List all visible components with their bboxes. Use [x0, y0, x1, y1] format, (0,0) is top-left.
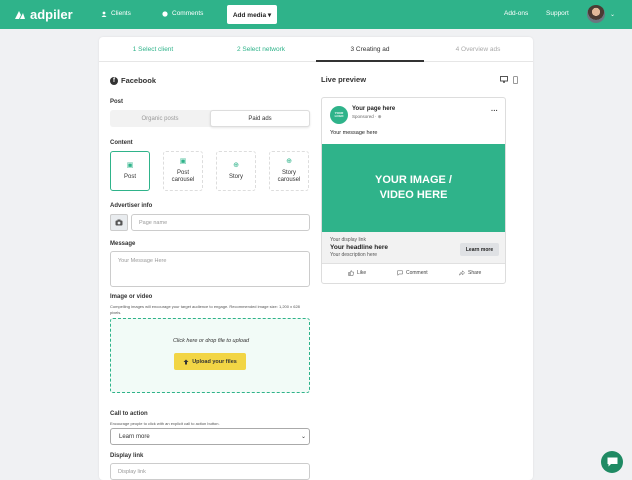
step-overview-ads[interactable]: 4 Overview ads	[424, 46, 532, 53]
upload-button-label: Upload your files	[192, 358, 237, 365]
share-icon	[459, 270, 465, 276]
carousel-icon: ▣	[179, 158, 187, 165]
comment-label: Comment	[406, 270, 428, 276]
cta-selected-value: Learn more	[119, 433, 150, 440]
paid-ads-option[interactable]: Paid ads	[210, 110, 310, 127]
preview-share-action: Share	[459, 270, 481, 276]
avatar[interactable]	[587, 5, 605, 23]
image-video-label: Image or video	[110, 294, 153, 300]
content-type-post-carousel[interactable]: ▣ Post carousel	[163, 151, 203, 191]
facebook-ad-preview: YOUR LOGO Your page here Sponsored · ⊕ ·…	[321, 97, 506, 284]
image-hint: Compelling images will encourage your ta…	[110, 304, 300, 315]
preview-message: Your message here	[330, 130, 378, 136]
content-type-label: Post	[123, 174, 136, 180]
create-ad-card: 1 Select client 2 Select network 3 Creat…	[99, 37, 533, 480]
organic-posts-option[interactable]: Organic posts	[110, 110, 210, 127]
content-label: Content	[110, 140, 133, 146]
content-type-label: Post carousel	[171, 170, 195, 183]
post-type-toggle: Organic posts Paid ads	[110, 110, 310, 127]
preview-headline: Your headline here	[330, 244, 389, 251]
content-type-post[interactable]: ▣ Post	[110, 151, 150, 191]
preview-page-name: Your page here	[352, 106, 396, 112]
live-preview-title: Live preview	[321, 75, 367, 84]
network-title: f Facebook	[110, 76, 156, 85]
mobile-icon[interactable]	[513, 76, 518, 84]
step-select-network[interactable]: 2 Select network	[207, 46, 315, 53]
user-icon	[101, 11, 107, 17]
content-type-label: Story carousel	[277, 170, 301, 183]
like-label: Like	[357, 270, 367, 276]
more-options-icon[interactable]: ···	[491, 108, 498, 115]
advertiser-info-label: Advertiser info	[110, 203, 153, 209]
logo-upload-button[interactable]	[110, 214, 128, 231]
preview-like-action: Like	[348, 270, 366, 276]
preview-learn-more-button: Learn more	[460, 243, 499, 256]
nav-addons[interactable]: Add-ons	[504, 10, 528, 17]
chevron-down-icon[interactable]: ⌄	[610, 11, 615, 18]
content-type-story-carousel[interactable]: ⊕ Story carousel	[269, 151, 309, 191]
display-link-input[interactable]: Display link	[110, 463, 310, 480]
page-name-input[interactable]: Page name	[131, 214, 310, 231]
adpiler-logo[interactable]: adpiler	[14, 7, 73, 22]
comment-icon	[162, 10, 168, 17]
dropzone-text: Click here or drop file to upload	[172, 338, 250, 344]
thumbs-up-icon	[348, 270, 354, 276]
preview-link-area: Your display link Your headline here You…	[322, 232, 505, 264]
preview-logo: YOUR LOGO	[330, 106, 348, 124]
share-label: Share	[468, 270, 482, 276]
upload-files-button[interactable]: Upload your files	[174, 353, 246, 370]
preview-comment-action: Comment	[397, 270, 428, 276]
logo-text: adpiler	[30, 7, 73, 22]
step-creating-ad[interactable]: 3 Creating ad	[316, 46, 424, 53]
facebook-icon: f	[110, 76, 118, 85]
call-to-action-select[interactable]: Learn more ⌄	[110, 428, 310, 445]
call-to-action-label: Call to action	[110, 411, 148, 417]
image-placeholder-text: YOUR IMAGE / VIDEO HERE	[374, 174, 452, 201]
comment-icon	[397, 270, 403, 276]
preview-sponsored: Sponsored · ⊕	[352, 114, 382, 120]
active-step-indicator	[316, 60, 424, 62]
nav-comments[interactable]: Comments	[162, 10, 203, 17]
network-name: Facebook	[121, 76, 157, 85]
nav-support[interactable]: Support	[546, 10, 569, 17]
nav-comments-label: Comments	[172, 10, 204, 17]
preview-description: Your description here	[330, 252, 378, 258]
content-type-story[interactable]: ⊕ Story	[216, 151, 256, 191]
nav-clients-label: Clients	[111, 10, 131, 17]
chat-icon	[607, 457, 617, 467]
chevron-down-icon: ⌄	[300, 434, 306, 440]
nav-clients[interactable]: Clients	[101, 10, 131, 17]
preview-image-placeholder: YOUR IMAGE / VIDEO HERE	[322, 144, 505, 232]
chat-support-button[interactable]	[601, 451, 623, 473]
story-icon: ⊕	[233, 162, 239, 169]
steps-bar: 1 Select client 2 Select network 3 Creat…	[99, 37, 533, 62]
desktop-icon[interactable]	[500, 76, 508, 83]
camera-icon	[115, 219, 123, 226]
content-type-label: Story	[228, 174, 243, 180]
preview-display-link: Your display link	[330, 237, 366, 243]
globe-icon: ⊕	[377, 114, 382, 119]
post-label: Post	[110, 99, 124, 105]
story-carousel-icon: ⊕	[286, 158, 292, 165]
message-textarea[interactable]: Your Message Here	[110, 251, 310, 287]
top-navbar: adpiler Clients Comments Add media ▾ Add…	[0, 0, 632, 29]
add-media-button[interactable]: Add media ▾	[227, 5, 277, 24]
step-select-client[interactable]: 1 Select client	[99, 46, 207, 53]
adpiler-logo-icon	[15, 10, 25, 19]
cta-hint: Encourage people to click with an explic…	[110, 421, 220, 426]
image-icon: ▣	[126, 162, 134, 169]
upload-icon	[183, 359, 189, 364]
message-label: Message	[110, 241, 136, 247]
display-link-label: Display link	[110, 453, 144, 459]
file-dropzone[interactable]: Click here or drop file to upload Upload…	[110, 318, 310, 393]
sponsored-text: Sponsored ·	[352, 114, 378, 119]
